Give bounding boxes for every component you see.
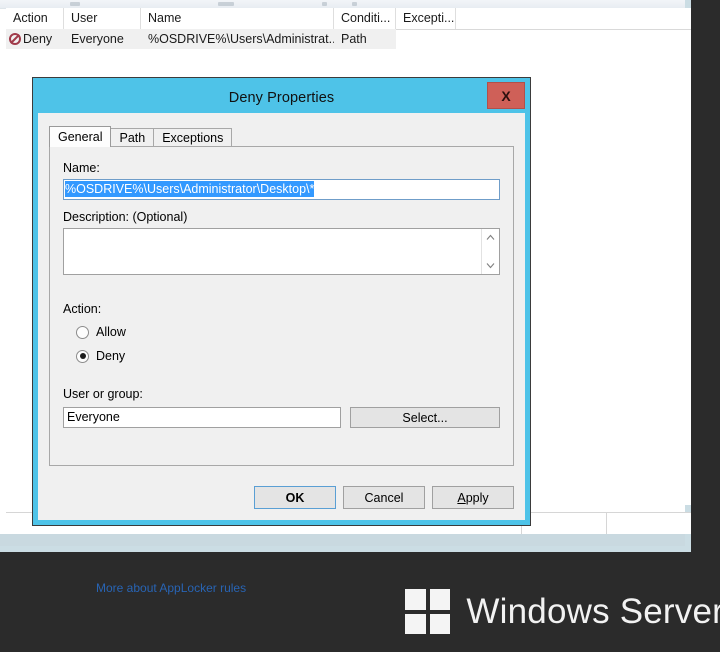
cancel-button[interactable]: Cancel [343, 486, 425, 509]
apply-button-accel-char: A [457, 490, 466, 505]
tab-exceptions[interactable]: Exceptions [153, 128, 233, 147]
list-column-headers: Action User Name Conditi... Excepti... [6, 8, 691, 30]
cell-name: %OSDRIVE%\Users\Administrat... [141, 29, 334, 49]
chevron-up-icon[interactable] [482, 229, 499, 246]
column-header-exceptions[interactable]: Excepti... [396, 8, 456, 29]
description-textarea[interactable] [64, 229, 481, 274]
column-header-filler [456, 8, 691, 29]
cell-action-label: Deny [23, 32, 53, 46]
dialog-title-bar[interactable]: Deny Properties X [38, 82, 525, 113]
name-input-selected-text: %OSDRIVE%\Users\Administrator\Desktop\* [65, 181, 315, 197]
description-label: Description: (Optional) [63, 210, 188, 224]
cell-filler [456, 29, 691, 49]
toolbar-icon-ghost [352, 2, 357, 6]
radio-allow-indicator [76, 325, 89, 339]
dialog-title: Deny Properties [228, 90, 335, 106]
apply-button-label-rest: pply [465, 490, 489, 505]
dialog-button-row: OK Cancel Apply [49, 486, 514, 509]
name-label: Name: [63, 161, 100, 175]
chevron-down-icon[interactable] [482, 257, 499, 274]
toolbar-icon-ghost [70, 2, 80, 6]
description-scrollbar[interactable] [481, 229, 499, 274]
radio-deny-label: Deny [96, 349, 126, 363]
name-input[interactable]: %OSDRIVE%\Users\Administrator\Desktop\* [63, 179, 500, 200]
description-field[interactable] [63, 228, 500, 275]
ok-button[interactable]: OK [254, 486, 336, 509]
dialog-body: General Path Exceptions Name: %OSDRIVE%\… [38, 113, 525, 595]
deny-properties-dialog: Deny Properties X General Path Exception… [33, 78, 530, 595]
windows-logo-icon [405, 589, 451, 634]
user-or-group-input[interactable]: Everyone [63, 407, 341, 428]
column-header-user[interactable]: User [64, 8, 141, 29]
close-icon[interactable]: X [487, 82, 525, 109]
tab-general[interactable]: General [49, 126, 112, 147]
deny-circle-slash-icon [9, 33, 21, 45]
more-about-applocker-rules-link[interactable]: More about AppLocker rules [96, 581, 246, 595]
action-group-label: Action: [63, 302, 102, 316]
column-header-name[interactable]: Name [141, 8, 334, 29]
mmc-window-bottom-edge [0, 534, 685, 546]
status-segment-secondary [522, 513, 607, 534]
windows-server-branding: Windows Server [405, 589, 720, 634]
toolbar-icon-ghost [322, 2, 327, 6]
desktop-background: Action User Name Conditi... Excepti... D… [0, 0, 720, 652]
user-or-group-label: User or group: [63, 387, 143, 401]
status-segment-tertiary [607, 513, 691, 534]
cell-action: Deny [6, 29, 64, 49]
dialog-tab-strip: General Path Exceptions [49, 126, 514, 147]
select-button[interactable]: Select... [350, 407, 500, 428]
tab-path[interactable]: Path [110, 128, 155, 147]
column-header-condition[interactable]: Conditi... [334, 8, 396, 29]
cell-user: Everyone [64, 29, 141, 49]
cell-exceptions [396, 29, 456, 49]
column-header-action[interactable]: Action [6, 8, 64, 29]
cell-condition: Path [334, 29, 396, 49]
radio-deny[interactable]: Deny [76, 349, 125, 363]
table-row[interactable]: Deny Everyone %OSDRIVE%\Users\Administra… [6, 29, 691, 49]
radio-deny-indicator [76, 349, 89, 363]
branding-text: Windows Server [466, 591, 720, 631]
toolbar-icon-ghost [218, 2, 234, 6]
radio-allow[interactable]: Allow [76, 325, 126, 339]
radio-allow-label: Allow [96, 325, 126, 339]
tab-panel-general: Name: %OSDRIVE%\Users\Administrator\Desk… [49, 146, 514, 466]
apply-button[interactable]: Apply [432, 486, 514, 509]
